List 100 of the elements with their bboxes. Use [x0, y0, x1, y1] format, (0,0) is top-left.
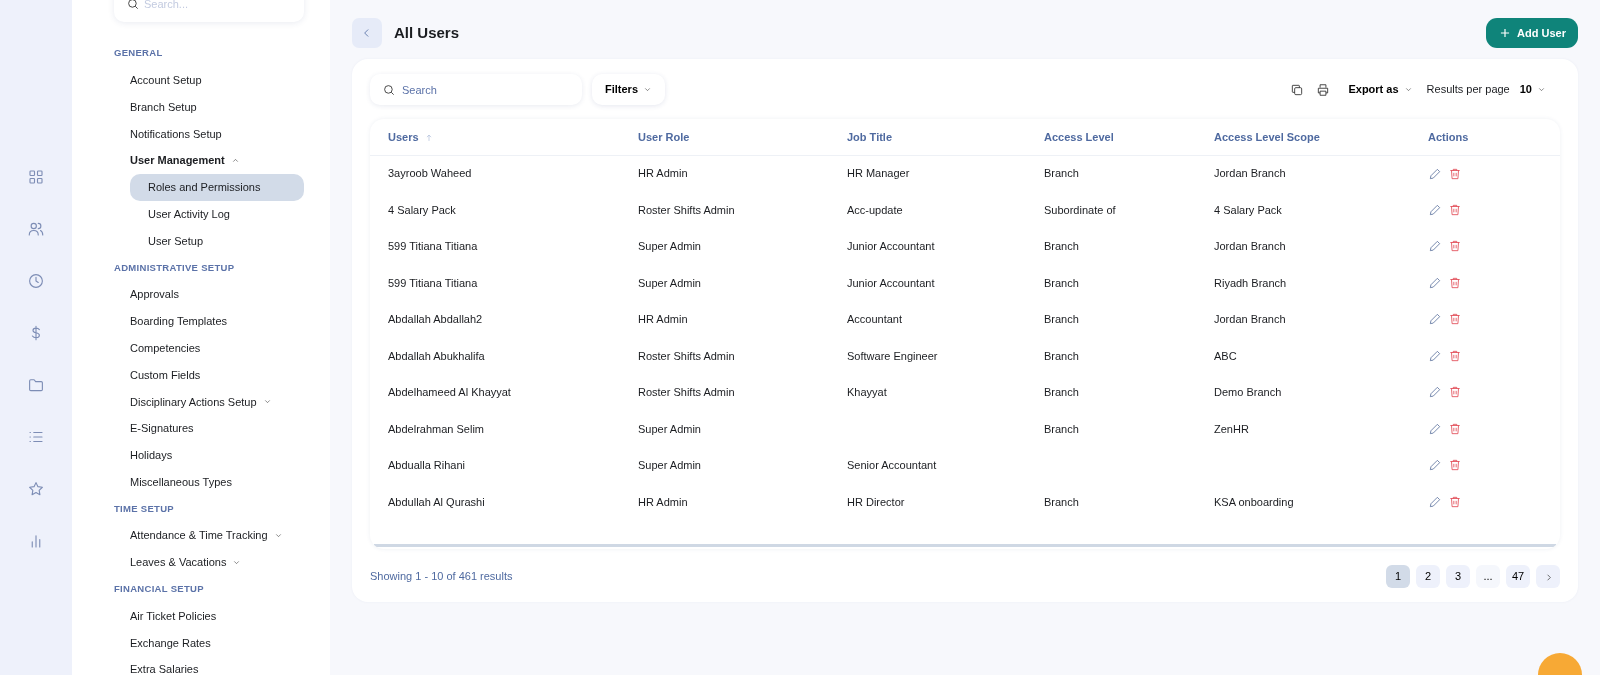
sidebar-item[interactable]: Approvals: [114, 281, 195, 308]
table-cell-text: Branch: [1043, 421, 1080, 437]
table-cell-text: Khayyat: [846, 385, 888, 400]
sidebar-item[interactable]: Roles and Permissions: [130, 174, 304, 201]
page-button[interactable]: 2: [1416, 565, 1440, 588]
table-cell-text: Super Admin: [637, 239, 702, 254]
column-header[interactable]: Access Level: [1026, 119, 1196, 155]
delete-icon[interactable]: [1447, 421, 1462, 436]
search-field[interactable]: Search...: [114, 0, 304, 22]
copy-icon[interactable]: [1290, 82, 1305, 97]
table-cell-text: HR Director: [846, 494, 906, 510]
table-cell-text: Branch: [1043, 494, 1080, 510]
sidebar-item[interactable]: Holidays: [114, 441, 189, 469]
column-header[interactable]: User Role: [620, 119, 829, 155]
edit-icon[interactable]: [1428, 385, 1442, 400]
table-cell-text: Subordinate of: [1043, 202, 1117, 218]
sidebar-item[interactable]: User Setup: [130, 227, 304, 255]
delete-icon[interactable]: [1447, 385, 1462, 400]
table-cell-text: ABC: [1213, 348, 1238, 364]
sidebar-item[interactable]: Boarding Templates: [114, 307, 244, 335]
delete-icon[interactable]: [1447, 348, 1462, 363]
table-cell-text: Roster Shifts Admin: [637, 385, 736, 400]
search-field[interactable]: Search: [370, 74, 582, 105]
table-cell-text: Junior Accountant: [846, 275, 936, 291]
table-cell-text: Super Admin: [637, 275, 702, 291]
table-cell: Branch: [1026, 155, 1196, 192]
sidebar-item[interactable]: User Management: [114, 147, 256, 174]
column-header[interactable]: Job Title: [829, 119, 1026, 155]
table-cell-text: 599 Titiana Titiana: [387, 239, 479, 254]
column-header[interactable]: Access Level Scope: [1196, 119, 1410, 155]
filters-button[interactable]: Filters: [592, 74, 665, 105]
clock-icon[interactable]: [27, 272, 45, 290]
column-header[interactable]: Users: [370, 119, 620, 155]
edit-icon[interactable]: [1428, 166, 1442, 181]
table-cell-text: Demo Branch: [1213, 385, 1283, 400]
results-per-page-dropdown[interactable]: 10: [1519, 81, 1546, 98]
sidebar-item[interactable]: Air Ticket Policies: [114, 602, 233, 630]
table-cell-text: Abdallah Abdallah2: [387, 312, 484, 327]
edit-icon[interactable]: [1428, 239, 1442, 254]
table-cell: 3ayroob Waheed: [370, 155, 620, 192]
column-header: Actions: [1410, 119, 1560, 155]
sidebar-item[interactable]: E-Signatures: [114, 415, 210, 442]
sidebar-item[interactable]: Extra Salaries: [114, 656, 215, 675]
table-cell-text: Jordan Branch: [1213, 312, 1287, 327]
table-cell-text: Branch: [1043, 385, 1080, 400]
sidebar-item[interactable]: User Activity Log: [130, 200, 304, 228]
table-cell-text: 4 Salary Pack: [387, 202, 457, 218]
delete-icon[interactable]: [1447, 458, 1462, 473]
table-cell-text: HR Admin: [637, 312, 689, 327]
delete-icon[interactable]: [1447, 312, 1462, 327]
edit-icon[interactable]: [1428, 312, 1442, 327]
table-cell-text: Branch: [1043, 312, 1080, 327]
page-button[interactable]: 47: [1506, 565, 1530, 588]
sidebar-item[interactable]: Competencies: [114, 334, 217, 362]
table-cell-text: Roster Shifts Admin: [637, 348, 736, 364]
sidebar-item[interactable]: Exchange Rates: [114, 629, 227, 657]
table-cell-text: Abdullah Al Qurashi: [387, 494, 486, 510]
section-heading: TIME SETUP: [114, 501, 174, 516]
results-summary: Showing 1 - 10 of 461 results: [370, 569, 513, 585]
sidebar-item[interactable]: Custom Fields: [114, 361, 217, 389]
table-cell-text: Roster Shifts Admin: [637, 202, 736, 218]
page-button[interactable]: 1: [1386, 565, 1410, 588]
search-icon: [382, 82, 396, 97]
sidebar-item[interactable]: Leaves & Vacations: [114, 549, 258, 576]
grid-icon[interactable]: [27, 168, 45, 186]
expand-caret-icon: [1403, 85, 1413, 94]
table-cell-text: KSA onboarding: [1213, 494, 1295, 510]
users-icon[interactable]: [27, 220, 45, 238]
sidebar-item[interactable]: Branch Setup: [114, 93, 213, 121]
page-button[interactable]: 3: [1446, 565, 1470, 588]
page-button[interactable]: ...: [1476, 565, 1500, 588]
delete-icon[interactable]: [1447, 239, 1462, 254]
edit-icon[interactable]: [1428, 202, 1442, 217]
sidebar-item[interactable]: Account Setup: [114, 66, 218, 94]
table-cell-text: Abdelhameed Al Khayyat: [387, 385, 512, 400]
edit-icon[interactable]: [1428, 458, 1442, 473]
folder-icon[interactable]: [27, 376, 45, 394]
edit-icon[interactable]: [1428, 494, 1442, 509]
delete-icon[interactable]: [1447, 166, 1462, 181]
edit-icon[interactable]: [1428, 421, 1442, 436]
table-cell: HR Admin: [620, 155, 829, 192]
section-heading: ADMINISTRATIVE SETUP: [114, 260, 235, 275]
table-cell: HR Manager: [829, 155, 1026, 192]
export-dropdown[interactable]: Export as: [1348, 81, 1413, 98]
sidebar-item[interactable]: Attendance & Time Tracking: [114, 522, 299, 550]
sidebar-item[interactable]: Miscellaneous Types: [114, 468, 248, 496]
add-user-button[interactable]: Add User: [1486, 18, 1578, 48]
print-icon[interactable]: [1316, 82, 1331, 97]
delete-icon[interactable]: [1447, 494, 1462, 509]
sidebar-item[interactable]: Notifications Setup: [114, 120, 238, 148]
edit-icon[interactable]: [1428, 275, 1442, 290]
section-heading: FINANCIAL SETUP: [114, 582, 204, 597]
sidebar-item[interactable]: Disciplinary Actions Setup: [114, 388, 288, 416]
edit-icon[interactable]: [1428, 348, 1442, 363]
delete-icon[interactable]: [1447, 275, 1462, 290]
table-cell-text: HR Admin: [637, 494, 689, 510]
scrollbar[interactable]: [374, 544, 1556, 547]
delete-icon[interactable]: [1447, 202, 1462, 217]
star-icon[interactable]: [27, 480, 45, 498]
table-cell-text: Branch: [1043, 348, 1080, 364]
